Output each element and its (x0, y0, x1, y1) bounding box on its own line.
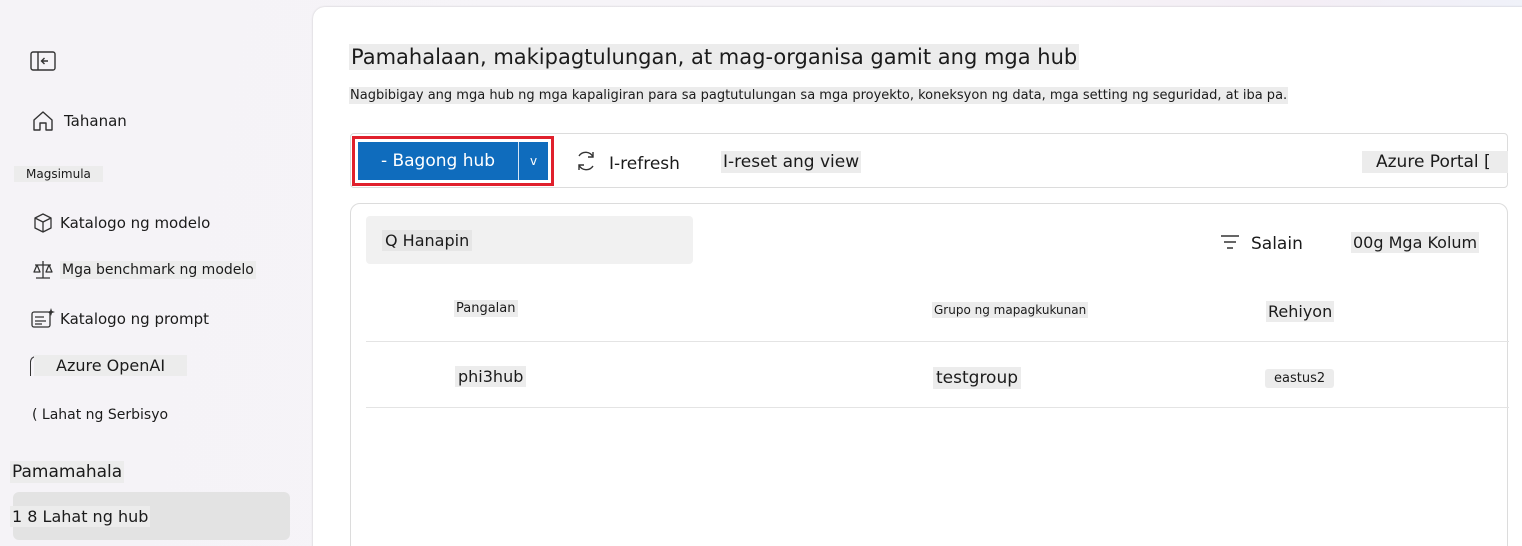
columns-label: 00g Mga Kolum (1351, 232, 1480, 253)
columns-button[interactable]: 00g Mga Kolum (1351, 232, 1480, 253)
section-label-manage: Pamamahala (10, 461, 125, 483)
sidebar-item-label: Katalogo ng modelo (60, 214, 211, 232)
cell-resource-group: testgroup (933, 367, 1022, 389)
sidebar-item-all-services[interactable]: ( Lahat ng Serbisyo (30, 406, 170, 424)
chevron-down-icon[interactable]: v (519, 142, 548, 180)
sidebar-item-prompt-catalog[interactable]: Katalogo ng prompt (30, 306, 211, 332)
new-hub-button[interactable]: - Bagong hub (358, 142, 518, 180)
filter-icon (1219, 232, 1241, 252)
sidebar-item-label: Mga benchmark ng modelo (60, 261, 256, 279)
sidebar-item-label: Azure OpenAI (34, 355, 188, 376)
filter-label: Salain (1251, 234, 1303, 254)
sidebar-item-home[interactable]: Tahanan (30, 108, 129, 134)
reset-view-label: I-reset ang view (721, 151, 862, 173)
column-header-region[interactable]: Rehiyon (1266, 301, 1335, 322)
cube-icon (30, 210, 56, 236)
azure-portal-link[interactable]: Azure Portal [ (1362, 151, 1508, 173)
sidebar-item-label: Tahanan (64, 112, 127, 130)
sidebar-item-label: ( Lahat ng Serbisyo (32, 407, 169, 423)
cell-region: eastus2 (1265, 369, 1335, 388)
sidebar-item-label: 1 8 Lahat ng hub (10, 506, 151, 527)
toolbar: - Bagong hub v I-refresh I-reset ang vie… (350, 133, 1508, 188)
prompt-icon (30, 306, 56, 332)
refresh-label: I-refresh (609, 154, 680, 174)
search-placeholder: Q Hanapin (382, 229, 473, 251)
home-icon (30, 108, 56, 134)
page-title: Pamahalaan, makipagtulungan, at mag-orga… (349, 44, 1080, 70)
refresh-button[interactable]: I-refresh (573, 147, 682, 175)
refresh-icon (573, 148, 599, 174)
new-hub-highlight: - Bagong hub v (352, 136, 554, 186)
azure-portal-label: Azure Portal [ (1362, 151, 1508, 173)
sidebar: Tahanan Magsimula Katalogo ng modelo Mga… (0, 0, 305, 546)
hub-table-card: Q Hanapin Salain 00g Mga Kolum Pangalan … (350, 203, 1509, 546)
scale-icon (30, 257, 56, 283)
sidebar-item-model-catalog[interactable]: Katalogo ng modelo (30, 210, 212, 236)
sidebar-item-azure-openai[interactable]: Azure OpenAI (30, 355, 188, 376)
column-header-name[interactable]: Pangalan (454, 300, 518, 317)
reset-view-button[interactable]: I-reset ang view (721, 151, 862, 173)
sidebar-item-model-benchmarks[interactable]: Mga benchmark ng modelo (30, 257, 256, 283)
main-panel: Pamahalaan, makipagtulungan, at mag-orga… (313, 7, 1522, 546)
filter-button[interactable]: Salain (1219, 230, 1303, 254)
page-subtitle: Nagbibigay ang mga hub ng mga kapaligira… (349, 87, 1289, 104)
header-divider (366, 341, 1509, 342)
row-divider (366, 407, 1509, 408)
search-input[interactable]: Q Hanapin (366, 216, 693, 264)
sidebar-item-label: Katalogo ng prompt (60, 310, 209, 328)
sidebar-item-all-hubs-label-wrap[interactable]: 1 8 Lahat ng hub (10, 506, 151, 527)
cell-name[interactable]: phi3hub (455, 366, 527, 387)
column-header-resource-group[interactable]: Grupo ng mapagkukunan (932, 302, 1089, 318)
section-label-simulate: Magsimula (14, 166, 103, 182)
panel-collapse-icon[interactable] (30, 51, 56, 71)
